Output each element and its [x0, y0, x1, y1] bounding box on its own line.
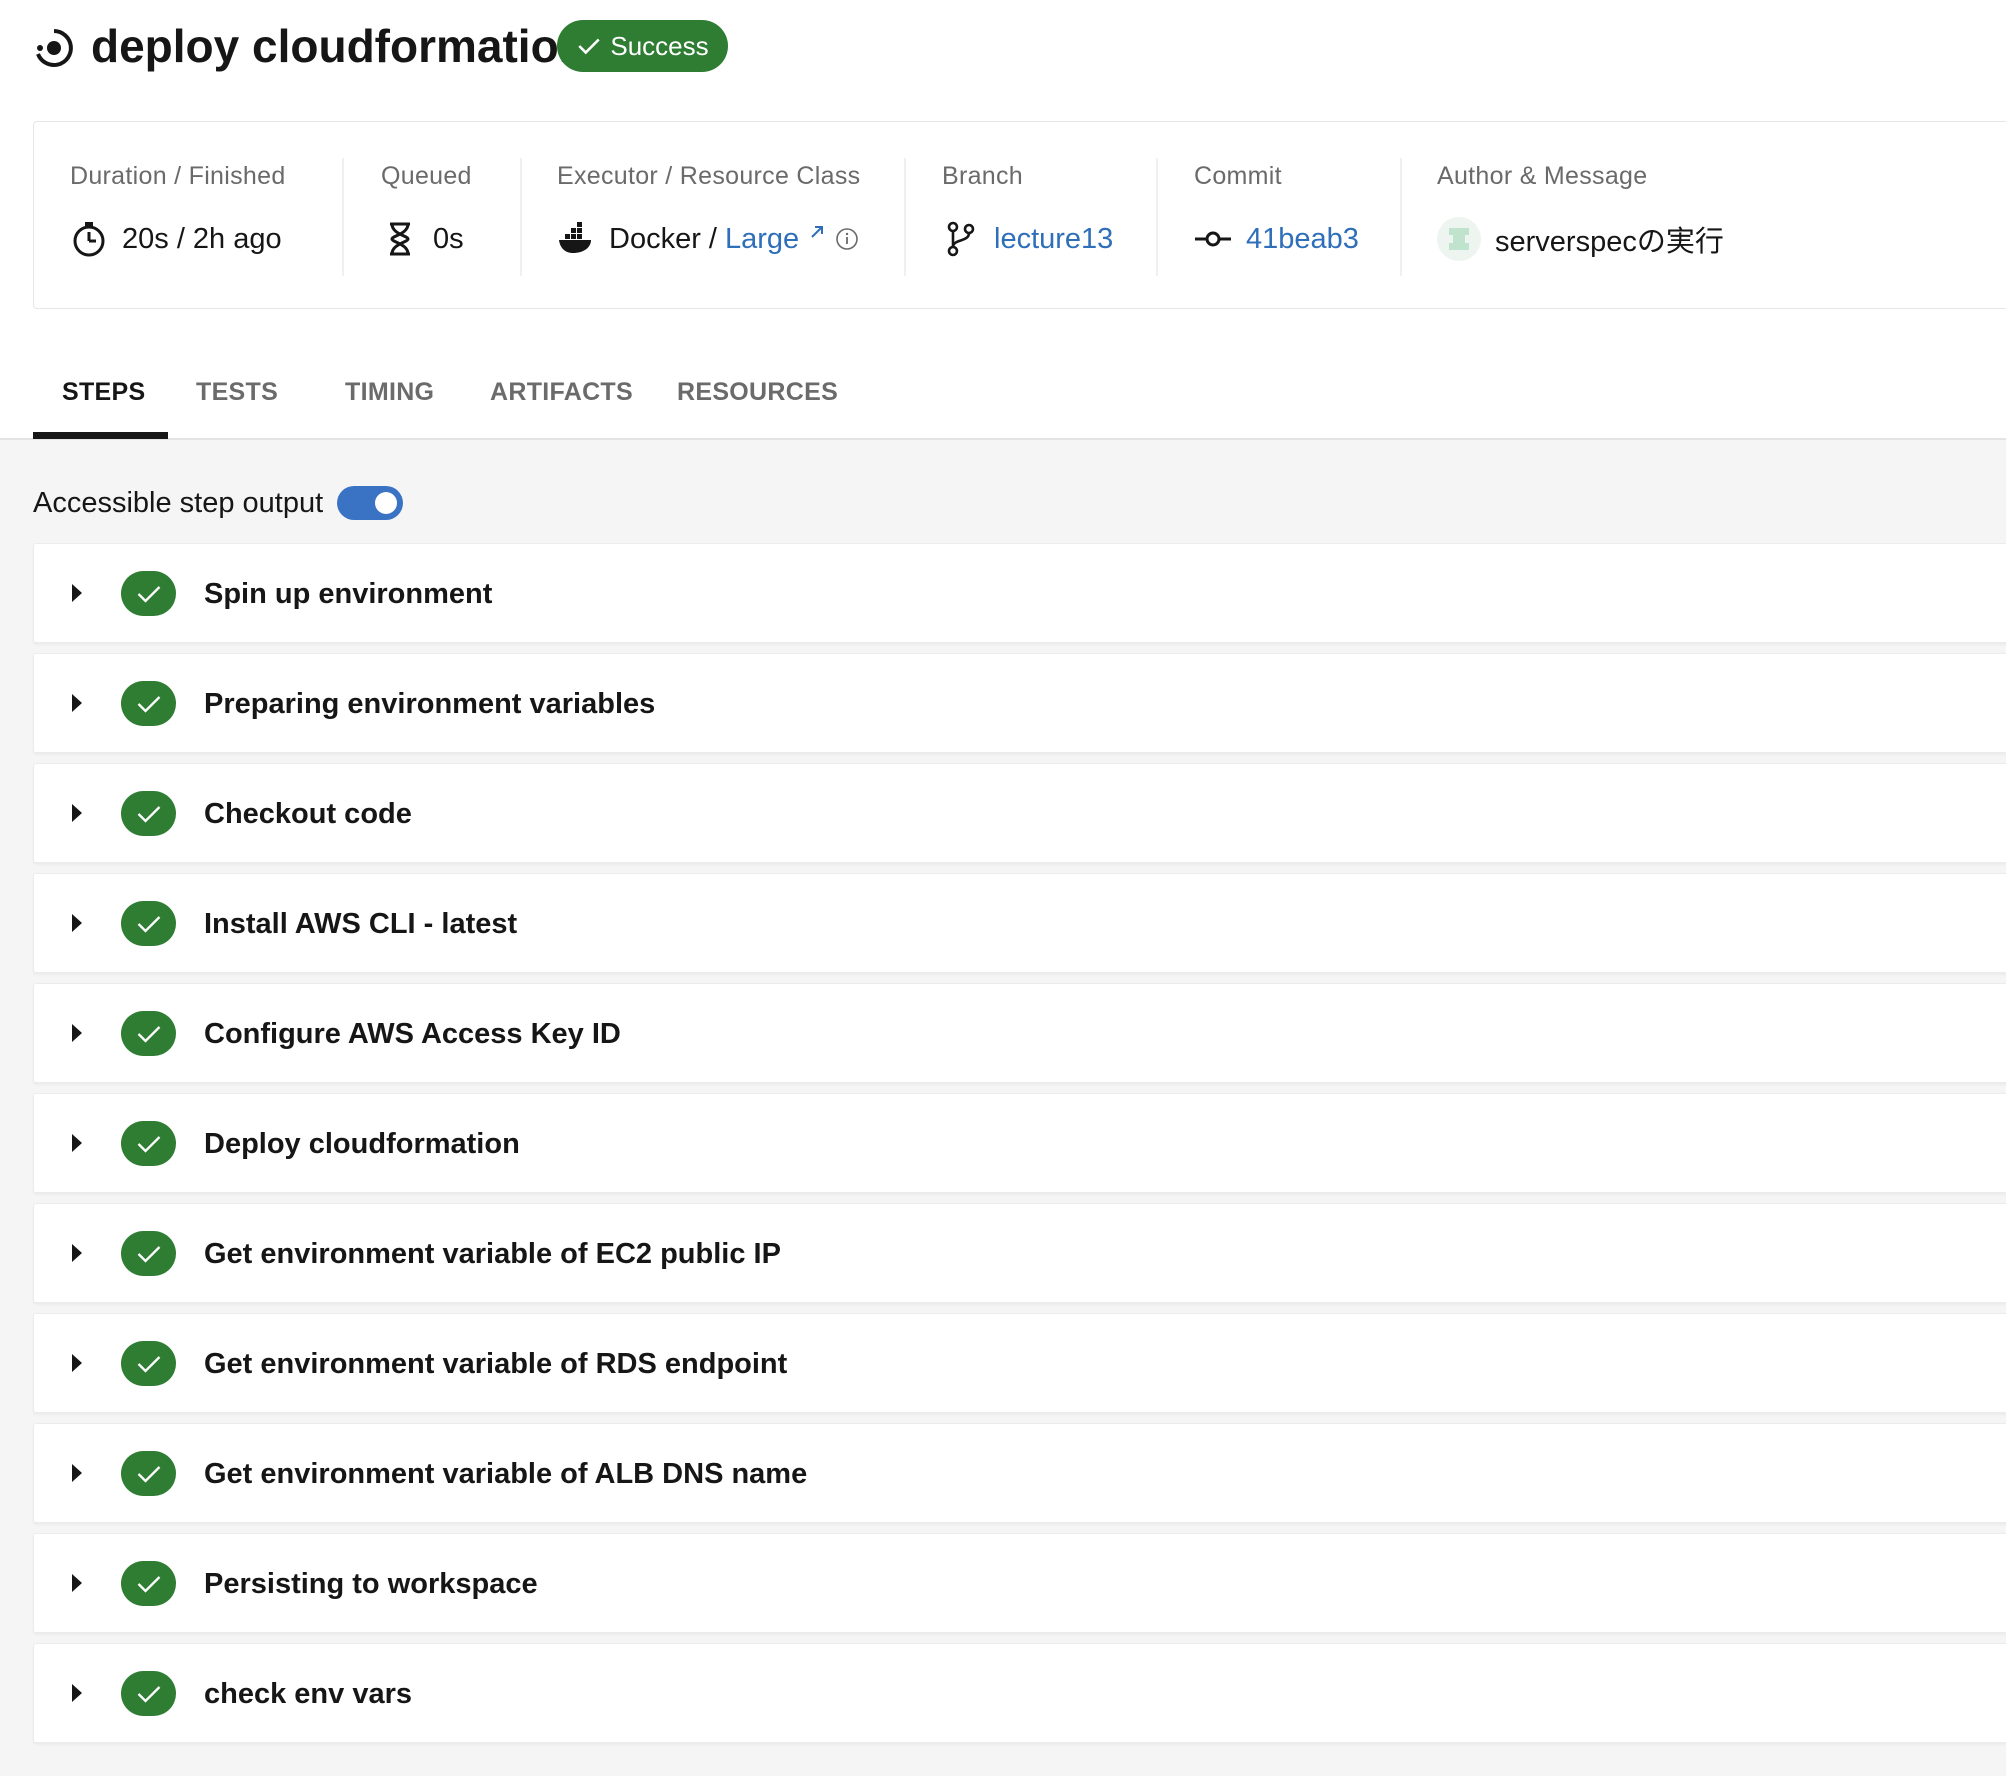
accessible-output-toggle-row: Accessible step output: [33, 486, 404, 520]
step-row[interactable]: Get environment variable of EC2 public I…: [33, 1203, 2006, 1303]
commit-link[interactable]: 41beab3: [1246, 223, 1359, 256]
meta-divider: [1400, 158, 1402, 276]
toggle-knob: [375, 492, 398, 514]
meta-branch-value-row: lecture13: [942, 214, 1113, 264]
meta-duration-label: Duration / Finished: [70, 162, 286, 190]
expand-caret-icon[interactable]: [72, 1244, 82, 1262]
meta-commit-value-row: 41beab3: [1194, 214, 1359, 264]
step-row[interactable]: Persisting to workspace: [33, 1533, 2006, 1633]
page-title: deploy cloudformation: [91, 20, 587, 72]
meta-queued-value: 0s: [433, 222, 464, 255]
step-name: check env vars: [204, 1678, 412, 1710]
expand-caret-icon[interactable]: [72, 1024, 82, 1042]
meta-divider: [520, 158, 522, 276]
accessible-output-toggle[interactable]: [337, 486, 404, 520]
checkmark-icon: [578, 38, 601, 55]
step-name: Deploy cloudformation: [204, 1128, 520, 1160]
step-row[interactable]: Checkout code: [33, 763, 2006, 863]
stopwatch-icon: [70, 220, 108, 258]
branch-link[interactable]: lecture13: [994, 223, 1113, 256]
meta-branch-label: Branch: [942, 162, 1024, 190]
hourglass-icon: [381, 220, 419, 258]
meta-divider: [904, 158, 906, 276]
step-row[interactable]: Install AWS CLI - latest: [33, 873, 2006, 973]
job-meta-card: Duration / Finished 20s / 2h ago Queued …: [33, 121, 2006, 309]
info-icon[interactable]: [835, 227, 859, 251]
step-name: Get environment variable of EC2 public I…: [204, 1238, 781, 1270]
expand-caret-icon[interactable]: [72, 1684, 82, 1702]
success-check-icon: [121, 1341, 176, 1386]
commit-message: serverspecの実行: [1495, 226, 1724, 258]
meta-queued-value-row: 0s: [381, 214, 464, 264]
success-check-icon: [121, 791, 176, 836]
commit-icon: [1194, 220, 1232, 258]
success-check-icon: [121, 1121, 176, 1166]
success-check-icon: [121, 1231, 176, 1276]
meta-queued-label: Queued: [381, 162, 472, 190]
resource-class-link[interactable]: Large: [725, 223, 799, 256]
success-check-icon: [121, 1561, 176, 1606]
accessible-output-label: Accessible step output: [33, 486, 324, 519]
step-row[interactable]: check env vars: [33, 1643, 2006, 1743]
steps-panel: Accessible step output Spin up environme…: [0, 440, 2006, 1776]
expand-caret-icon[interactable]: [72, 1464, 82, 1482]
meta-executor-value-row: Docker / Large: [557, 214, 859, 264]
step-row[interactable]: Deploy cloudformation: [33, 1093, 2006, 1193]
step-name: Get environment variable of RDS endpoint: [204, 1348, 788, 1380]
success-check-icon: [121, 1451, 176, 1496]
step-row[interactable]: Get environment variable of RDS endpoint: [33, 1313, 2006, 1413]
expand-caret-icon[interactable]: [72, 694, 82, 712]
meta-author-value-row: serverspecの実行: [1437, 214, 1724, 264]
expand-caret-icon[interactable]: [72, 584, 82, 602]
status-badge: Success: [557, 20, 728, 72]
expand-caret-icon[interactable]: [72, 804, 82, 822]
step-name: Spin up environment: [204, 578, 493, 610]
step-name: Configure AWS Access Key ID: [204, 1018, 621, 1050]
expand-caret-icon[interactable]: [72, 1134, 82, 1152]
avatar[interactable]: [1437, 217, 1481, 261]
expand-caret-icon[interactable]: [72, 914, 82, 932]
step-row[interactable]: Spin up environment: [33, 543, 2006, 643]
external-link-icon[interactable]: [807, 222, 827, 242]
step-name: Install AWS CLI - latest: [204, 908, 518, 940]
branch-icon: [942, 220, 980, 258]
step-row[interactable]: Get environment variable of ALB DNS name: [33, 1423, 2006, 1523]
active-tab-indicator: [33, 432, 168, 439]
meta-executor-value: Docker /: [609, 222, 717, 255]
step-name: Persisting to workspace: [204, 1568, 538, 1600]
tab-tests[interactable]: TESTS: [196, 378, 278, 407]
expand-caret-icon[interactable]: [72, 1354, 82, 1372]
meta-duration-value: 20s / 2h ago: [122, 222, 282, 255]
success-check-icon: [121, 571, 176, 616]
meta-executor-label: Executor / Resource Class: [557, 162, 861, 190]
step-row[interactable]: Configure AWS Access Key ID: [33, 983, 2006, 1083]
success-check-icon: [121, 901, 176, 946]
job-header: deploy cloudformation Success: [0, 0, 2006, 120]
expand-caret-icon[interactable]: [72, 1574, 82, 1592]
job-status-icon: [33, 27, 75, 69]
step-name: Preparing environment variables: [204, 688, 656, 720]
step-name: Checkout code: [204, 798, 412, 830]
success-check-icon: [121, 1671, 176, 1716]
meta-divider: [342, 158, 344, 276]
meta-divider: [1156, 158, 1158, 276]
meta-commit-label: Commit: [1194, 162, 1282, 190]
tab-resources[interactable]: RESOURCES: [677, 378, 838, 407]
job-tabs: STEPS TESTS TIMING ARTIFACTS RESOURCES: [0, 350, 2006, 440]
success-check-icon: [121, 681, 176, 726]
tab-steps[interactable]: STEPS: [62, 378, 145, 407]
tab-artifacts[interactable]: ARTIFACTS: [490, 378, 633, 407]
meta-duration-value-row: 20s / 2h ago: [70, 214, 282, 264]
success-check-icon: [121, 1011, 176, 1056]
status-badge-label: Success: [610, 30, 709, 61]
step-row[interactable]: Preparing environment variables: [33, 653, 2006, 753]
docker-icon: [557, 220, 595, 258]
tab-timing[interactable]: TIMING: [345, 378, 434, 407]
meta-author-label: Author & Message: [1437, 162, 1648, 190]
step-name: Get environment variable of ALB DNS name: [204, 1458, 808, 1490]
